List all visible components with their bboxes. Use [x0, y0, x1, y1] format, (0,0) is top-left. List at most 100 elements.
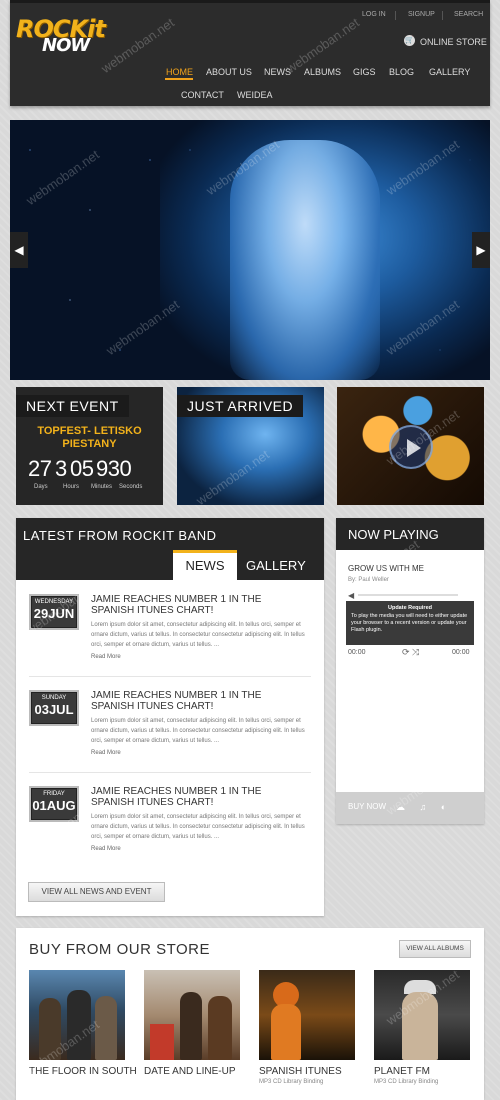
now-playing-header: NOW PLAYING [336, 518, 484, 550]
countdown-days: 27 [28, 456, 52, 481]
news-date-badge: WEDNESDAY 29JUN [29, 594, 79, 630]
album-cover-figure [67, 990, 91, 1060]
album-format: MP3 CD Library Binding [259, 1079, 324, 1085]
news-title[interactable]: JAMIE REACHES NUMBER 1 IN THE SPANISH IT… [91, 690, 301, 712]
countdown-minutes-label: Minutes [91, 484, 113, 490]
nav-news[interactable]: NEWS [264, 67, 291, 77]
news-title[interactable]: JAMIE REACHES NUMBER 1 IN THE SPANISH IT… [91, 594, 301, 616]
album-cover-figure [39, 998, 61, 1060]
login-link[interactable]: LOG IN [362, 11, 386, 18]
current-time: 00:00 [348, 649, 366, 656]
nav-weidea[interactable]: WEIDEA [237, 90, 273, 100]
album-cover-figure [208, 996, 232, 1060]
cart-icon[interactable]: 🛒 [404, 35, 415, 46]
news-item: FRIDAY 01AUG JAMIE REACHES NUMBER 1 IN T… [29, 786, 311, 876]
album-title[interactable]: SPANISH ITUNES [259, 1066, 369, 1077]
tab-gallery[interactable]: GALLERY [246, 553, 306, 573]
song-title: GROW US WITH ME [348, 564, 424, 573]
read-more-link[interactable]: Read More [91, 846, 121, 852]
news-date: 01AUG [32, 798, 76, 813]
flash-update-notice: Update Required To play the media you wi… [346, 601, 474, 645]
search-link[interactable]: SEARCH [454, 11, 483, 18]
news-date: 03JUL [34, 702, 74, 717]
buy-now-bar: BUY NOW ☁ ♫ ◐ [336, 792, 484, 824]
read-more-link[interactable]: Read More [91, 750, 121, 756]
nav-about-us[interactable]: ABOUT US [206, 67, 252, 77]
album-cover-figure [95, 996, 117, 1060]
signup-link[interactable]: SIGNUP [408, 11, 435, 18]
album-cover-figure [402, 992, 438, 1060]
store-title: BUY FROM OUR STORE [29, 941, 210, 958]
just-arrived-title: JUST ARRIVED [177, 395, 304, 417]
album-title[interactable]: DATE AND LINE-UP [144, 1066, 254, 1077]
news-weekday: WEDNESDAY [34, 599, 74, 605]
view-all-albums-button[interactable]: VIEW ALL ALBUMS [399, 940, 471, 958]
nav-gallery[interactable]: GALLERY [429, 67, 470, 77]
album-title[interactable]: THE FLOOR IN SOUTH [29, 1066, 139, 1077]
album-cover[interactable] [144, 970, 240, 1060]
album-cover[interactable] [29, 970, 125, 1060]
top-link-divider [442, 11, 443, 20]
store-section: BUY FROM OUR STORE VIEW ALL ALBUMS THE F… [16, 928, 484, 1100]
news-date: 29JUN [33, 606, 75, 621]
notice-body: To play the media you will need to eithe… [351, 613, 468, 633]
tab-news[interactable]: NEWS [173, 550, 237, 580]
countdown-hours-label: Hours [63, 484, 80, 490]
news-divider [29, 676, 311, 677]
hero-slider[interactable]: ◀ ▶ [10, 120, 490, 380]
nav-gigs[interactable]: GIGS [353, 67, 376, 77]
news-weekday: FRIDAY [43, 791, 65, 797]
just-arrived-box[interactable]: JUST ARRIVED [177, 387, 324, 505]
news-item: WEDNESDAY 29JUN JAMIE REACHES NUMBER 1 I… [29, 594, 311, 684]
nav-albums[interactable]: ALBUMS [304, 67, 341, 77]
slider-next-button[interactable]: ▶ [472, 232, 490, 268]
store-service-icon[interactable]: ☁ ♫ ◐ [396, 802, 452, 813]
countdown-seconds: 930 [96, 456, 132, 481]
volume-slider[interactable] [358, 594, 458, 596]
album-cover-figure [180, 992, 202, 1060]
online-store-link[interactable]: ONLINE STORE [420, 37, 487, 47]
buy-now-button[interactable]: BUY NOW [348, 802, 386, 811]
news-date-badge: SUNDAY 03JUL [29, 690, 79, 726]
read-more-link[interactable]: Read More [91, 654, 121, 660]
site-header: ROCKit NOW LOG IN SIGNUP SEARCH 🛒 ONLINE… [10, 0, 490, 106]
next-event-title: NEXT EVENT [16, 395, 129, 417]
now-playing-title: NOW PLAYING [348, 527, 439, 542]
video-box[interactable] [337, 387, 484, 505]
news-excerpt: Lorem ipsum dolor sit amet, consectetur … [91, 622, 305, 648]
notice-title: Update Required [387, 605, 432, 611]
site-logo[interactable]: ROCKit NOW [16, 15, 116, 57]
news-title[interactable]: JAMIE REACHES NUMBER 1 IN THE SPANISH IT… [91, 786, 301, 808]
album-format: MP3 CD Library Binding [374, 1079, 439, 1085]
volume-control[interactable]: ◀ [348, 591, 472, 600]
now-playing-panel: NOW PLAYING GROW US WITH ME By: Paul Wel… [336, 518, 484, 824]
news-date-badge: FRIDAY 01AUG [29, 786, 79, 822]
song-artist: By: Paul Weller [348, 577, 389, 583]
slider-prev-button[interactable]: ◀ [10, 232, 28, 268]
news-panel-header: LATEST FROM ROCKIT BAND NEWS GALLERY [16, 518, 324, 580]
nav-blog[interactable]: BLOG [389, 67, 414, 77]
news-excerpt: Lorem ipsum dolor sit amet, consectetur … [91, 814, 305, 840]
nav-home[interactable]: HOME [166, 67, 193, 77]
repeat-shuffle-icon[interactable]: ⟳ ⤨ [402, 647, 419, 658]
top-link-divider [395, 11, 396, 20]
countdown-seconds-label: Seconds [119, 484, 143, 490]
album-cover-drum [150, 1024, 174, 1060]
event-name[interactable]: TOPFEST- LETISKO PIESTANY [20, 425, 159, 451]
album-cover-figure [271, 1004, 301, 1060]
countdown-days-label: Days [34, 484, 48, 490]
news-panel-title: LATEST FROM ROCKIT BAND [23, 528, 217, 543]
countdown-minutes: 05 [70, 456, 94, 481]
nav-active-indicator [165, 78, 193, 80]
play-icon[interactable] [389, 425, 433, 469]
countdown-hours: 3 [55, 456, 67, 481]
album-title[interactable]: PLANET FM [374, 1066, 484, 1077]
total-time: 00:00 [452, 649, 470, 656]
album-cover[interactable] [374, 970, 470, 1060]
nav-contact[interactable]: CONTACT [181, 90, 224, 100]
speaker-icon[interactable]: ◀ [348, 591, 354, 600]
album-cover[interactable] [259, 970, 355, 1060]
view-all-news-button[interactable]: VIEW ALL NEWS AND EVENT [28, 882, 165, 902]
news-item: SUNDAY 03JUL JAMIE REACHES NUMBER 1 IN T… [29, 690, 311, 780]
news-excerpt: Lorem ipsum dolor sit amet, consectetur … [91, 718, 305, 744]
